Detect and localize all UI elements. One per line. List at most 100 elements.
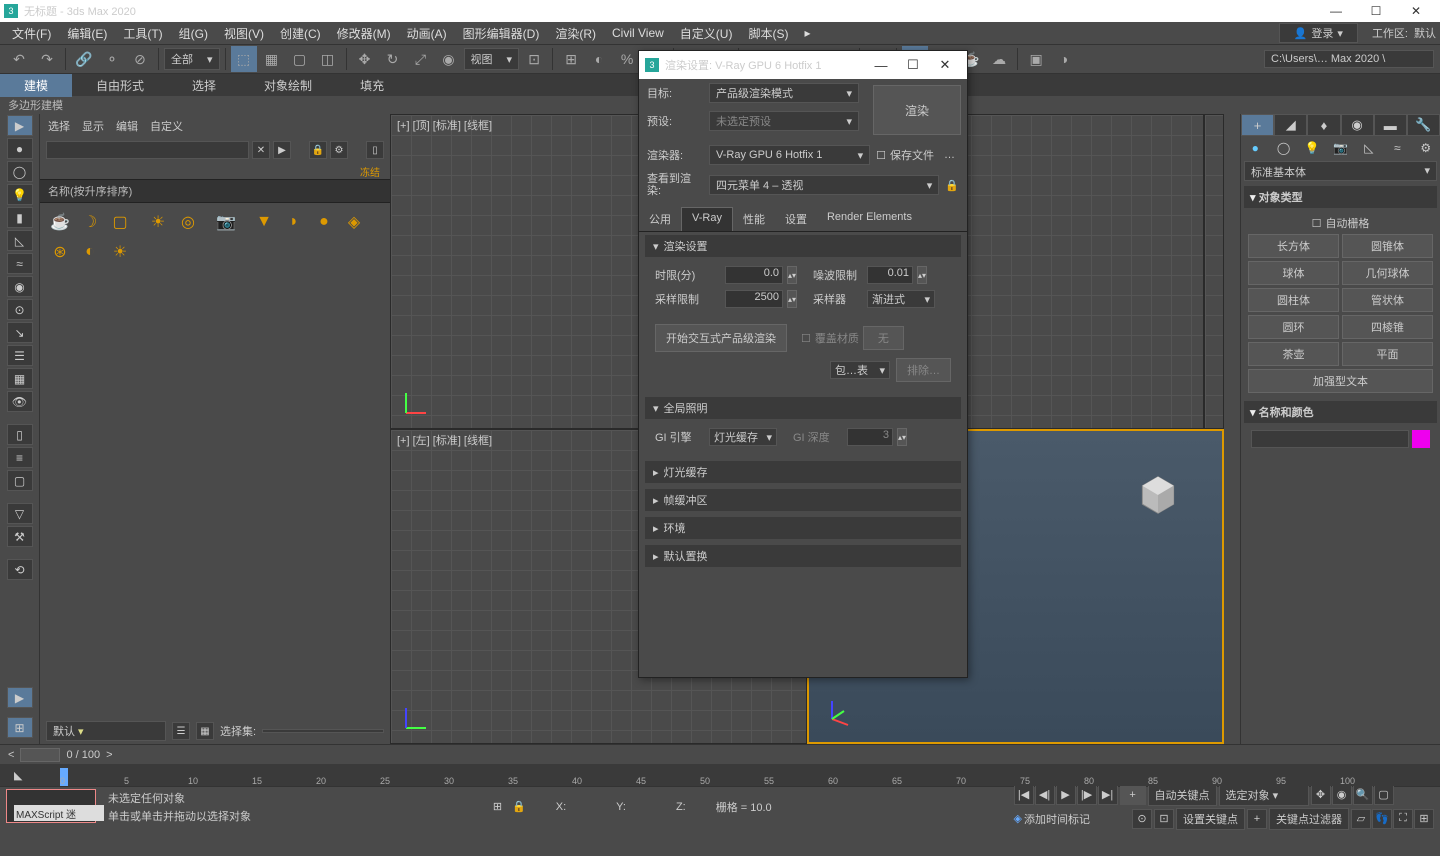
roll-environment[interactable]: ▸环境 — [645, 517, 961, 539]
play-icon[interactable]: ▶ — [1056, 785, 1076, 805]
key-plus2-icon[interactable]: + — [1247, 809, 1267, 829]
btn-torus[interactable]: 圆环 — [1248, 315, 1339, 339]
left-picker-icon[interactable]: ↘ — [7, 322, 33, 343]
snap-toggle-icon[interactable]: ⊞ — [493, 800, 502, 813]
key-filter-icon[interactable]: ⊡ — [1154, 809, 1174, 829]
time-input[interactable]: 0.0 — [725, 266, 783, 284]
left-play-icon[interactable]: ▶ — [7, 115, 33, 136]
start-interactive-button[interactable]: 开始交互式产品级渲染 — [655, 324, 787, 352]
pivot-icon[interactable]: ⊡ — [521, 46, 547, 72]
scene-tab-edit[interactable]: 编辑 — [116, 118, 138, 134]
goto-end-icon[interactable]: ▶| — [1098, 785, 1118, 805]
left-eye-icon[interactable]: 👁 — [7, 391, 33, 412]
left-other-icon[interactable]: ⟲ — [7, 559, 33, 580]
ribbon-select[interactable]: 选择 — [168, 74, 240, 97]
add-time-tag[interactable]: 添加时间标记 — [1024, 811, 1090, 827]
coord-x[interactable]: X: — [556, 801, 566, 813]
render-cloud-icon[interactable]: ☁ — [986, 46, 1012, 72]
checkbox-icon[interactable]: ☐ — [1312, 217, 1322, 230]
spinner-icon[interactable]: ▴▾ — [787, 290, 797, 308]
ribbon-objpaint[interactable]: 对象绘制 — [240, 74, 336, 97]
dtab-vray[interactable]: V-Ray — [681, 207, 733, 231]
menu-render[interactable]: 渲染(R) — [547, 23, 604, 44]
btn-textplus[interactable]: 加强型文本 — [1248, 369, 1433, 393]
box-icon[interactable]: ▢ — [106, 208, 134, 236]
scene-lock-icon[interactable]: 🔒 — [309, 141, 327, 159]
nav-region-icon[interactable]: ▢ — [1374, 785, 1394, 805]
scene-clear-icon[interactable]: ✕ — [252, 141, 270, 159]
roll-render-settings[interactable]: ▾渲染设置 — [645, 235, 961, 257]
nav-orbit-icon[interactable]: ◉ — [1332, 785, 1352, 805]
btn-plane[interactable]: 平面 — [1342, 342, 1433, 366]
dtab-common[interactable]: 公用 — [639, 207, 681, 231]
dialog-titlebar[interactable]: 3 渲染设置: V-Ray GPU 6 Hotfix 1 — ☐ ✕ — [639, 51, 967, 79]
renderer-select[interactable]: V-Ray GPU 6 Hotfix 1▾ — [709, 145, 870, 165]
left-system-icon[interactable]: ◉ — [7, 276, 33, 297]
select-window-icon[interactable]: ◫ — [315, 46, 341, 72]
view-select[interactable]: 四元菜单 4 – 透视▾ — [709, 175, 939, 195]
left-ball-icon[interactable]: ● — [7, 138, 33, 159]
scene-layers-icon[interactable]: ☰ — [172, 722, 190, 740]
cmd-sub-helper[interactable]: ◺ — [1355, 138, 1383, 158]
btn-geosphere[interactable]: 几何球体 — [1342, 261, 1433, 285]
select-name-icon[interactable]: ▦ — [259, 46, 285, 72]
color-swatch[interactable] — [1412, 430, 1430, 448]
cmd-tab-utility[interactable]: 🔧 — [1407, 114, 1440, 136]
light7-icon[interactable]: ☀ — [106, 238, 134, 266]
rotate-icon[interactable]: ↻ — [380, 46, 406, 72]
next-frame-icon[interactable]: |▶ — [1077, 785, 1097, 805]
lock-toggle-icon[interactable]: 🔒 — [512, 800, 526, 813]
roll-lightcache[interactable]: ▸灯光缓存 — [645, 461, 961, 483]
cmd-sub-shape[interactable]: ◯ — [1269, 138, 1297, 158]
left-hammer-icon[interactable]: ⚒ — [7, 526, 33, 547]
coord-z[interactable]: Z: — [676, 801, 686, 813]
cmd-tab-motion[interactable]: ◉ — [1341, 114, 1374, 136]
exclude-button[interactable]: 排除… — [896, 358, 951, 382]
setkey-button[interactable]: 设置关键点 — [1176, 808, 1245, 830]
cmd-tab-display[interactable]: ▬ — [1374, 114, 1407, 136]
menu-view[interactable]: 视图(V) — [216, 23, 272, 44]
left-camera-icon[interactable]: ▮ — [7, 207, 33, 228]
light2-icon[interactable]: ◗ — [280, 208, 308, 236]
nav-walk-icon[interactable]: 👣 — [1372, 809, 1392, 829]
close-button[interactable]: ✕ — [1396, 0, 1436, 22]
menu-script[interactable]: 脚本(S) — [740, 23, 796, 44]
object-name-input[interactable] — [1251, 430, 1409, 448]
right-nav[interactable] — [1224, 114, 1240, 744]
project-path[interactable]: C:\Users\… Max 2020 \ — [1264, 50, 1434, 68]
login-button[interactable]: 👤登录▾ — [1279, 23, 1358, 43]
ref-coord[interactable]: 视图▾ — [464, 48, 520, 70]
menu-file[interactable]: 文件(F) — [4, 23, 59, 44]
menu-customize[interactable]: 自定义(U) — [672, 23, 741, 44]
ribbon-freeform[interactable]: 自由形式 — [72, 74, 168, 97]
ribbon-modeling[interactable]: 建模 — [0, 74, 72, 97]
cmd-tab-modify[interactable]: ◢ — [1274, 114, 1307, 136]
menu-more-icon[interactable]: ▸ — [796, 24, 818, 42]
override-none[interactable]: 无 — [863, 326, 904, 350]
key-plus-icon[interactable]: + — [1120, 785, 1146, 805]
roll-displacement[interactable]: ▸默认置换 — [645, 545, 961, 567]
placement-icon[interactable]: ◉ — [436, 46, 462, 72]
noise-input[interactable]: 0.01 — [867, 266, 913, 284]
menu-civil[interactable]: Civil View — [604, 24, 672, 42]
dialog-minimize[interactable]: — — [865, 51, 897, 79]
vray-fb-icon[interactable]: ▣ — [1023, 46, 1049, 72]
goto-start-icon[interactable]: |◀ — [1014, 785, 1034, 805]
cube-icon[interactable]: ◈ — [1014, 812, 1022, 825]
left-filter-icon[interactable]: ▽ — [7, 503, 33, 524]
cmd-sub-cam[interactable]: 📷 — [1326, 138, 1354, 158]
menu-tools[interactable]: 工具(T) — [115, 23, 170, 44]
viewcube[interactable] — [1133, 470, 1183, 520]
unlink-icon[interactable]: ⚬ — [99, 46, 125, 72]
left-magnet-icon[interactable]: ⊙ — [7, 299, 33, 320]
sun-icon[interactable]: ☀ — [144, 208, 172, 236]
target-icon[interactable]: ◎ — [174, 208, 202, 236]
menu-edit[interactable]: 编辑(E) — [59, 23, 115, 44]
scene-calc-icon[interactable]: ▦ — [196, 722, 214, 740]
snap-icon[interactable]: ⊞ — [558, 46, 584, 72]
workspace-value[interactable]: 默认 — [1414, 25, 1436, 41]
left-space-icon[interactable]: ≈ — [7, 253, 33, 274]
save-browse[interactable]: … — [940, 149, 959, 161]
left-bulb-icon[interactable]: 💡 — [7, 184, 33, 205]
sampler-select[interactable]: 渐进式▾ — [867, 290, 935, 308]
